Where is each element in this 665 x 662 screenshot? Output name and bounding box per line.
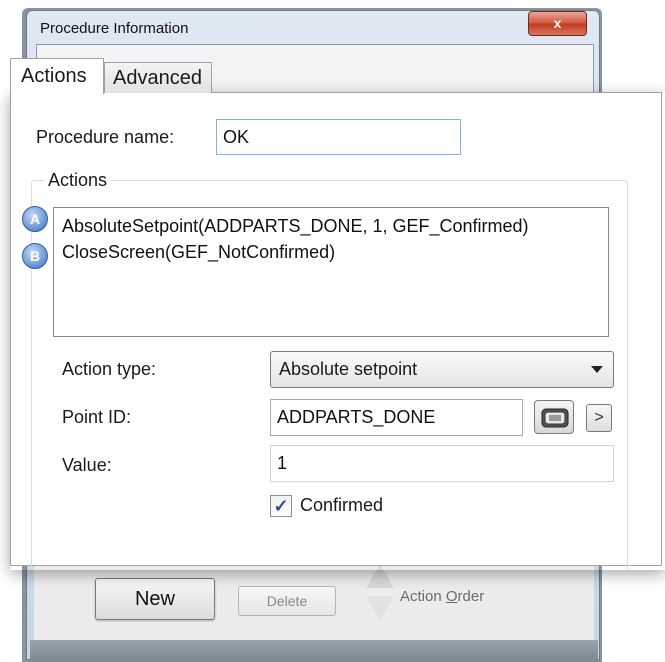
callout-badge-b: B — [22, 243, 48, 269]
confirmed-label: Confirmed — [300, 495, 384, 515]
window-bottom-edge — [30, 640, 598, 662]
point-browser-icon — [541, 408, 569, 428]
point-detail-button[interactable]: > — [586, 404, 612, 432]
point-id-input[interactable]: ADDPARTS_DONE — [270, 399, 523, 436]
actions-group-label: Actions — [44, 170, 112, 191]
new-button[interactable]: New — [95, 578, 215, 620]
tab-advanced[interactable]: Advanced — [104, 62, 212, 93]
confirmed-checkbox[interactable]: ✓ — [270, 495, 292, 517]
action-type-select[interactable]: Absolute setpoint — [270, 351, 614, 388]
close-button[interactable]: x — [528, 11, 587, 36]
point-browser-button[interactable] — [534, 400, 574, 434]
delete-button[interactable]: Delete — [238, 586, 336, 616]
tab-actions[interactable]: Actions — [10, 58, 104, 94]
procedure-name-label: Procedure name: — [36, 127, 175, 147]
value-input[interactable]: 1 — [270, 445, 614, 482]
move-down-arrow-icon[interactable] — [366, 596, 394, 620]
actions-list[interactable]: AbsoluteSetpoint(ADDPARTS_DONE, 1, GEF_C… — [53, 207, 609, 337]
value-label: Value: — [62, 455, 112, 475]
chevron-down-icon — [591, 366, 603, 373]
procedure-name-input[interactable]: OK — [216, 119, 461, 155]
window-title: Procedure Information — [40, 20, 189, 37]
list-item[interactable]: CloseScreen(GEF_NotConfirmed) — [62, 242, 335, 263]
action-type-value: Absolute setpoint — [279, 359, 418, 379]
action-order-label: Action Order — [400, 588, 485, 605]
action-type-label: Action type: — [62, 359, 157, 379]
point-id-label: Point ID: — [62, 407, 132, 427]
list-item[interactable]: AbsoluteSetpoint(ADDPARTS_DONE, 1, GEF_C… — [62, 216, 529, 237]
callout-badge-a: A — [22, 206, 48, 232]
